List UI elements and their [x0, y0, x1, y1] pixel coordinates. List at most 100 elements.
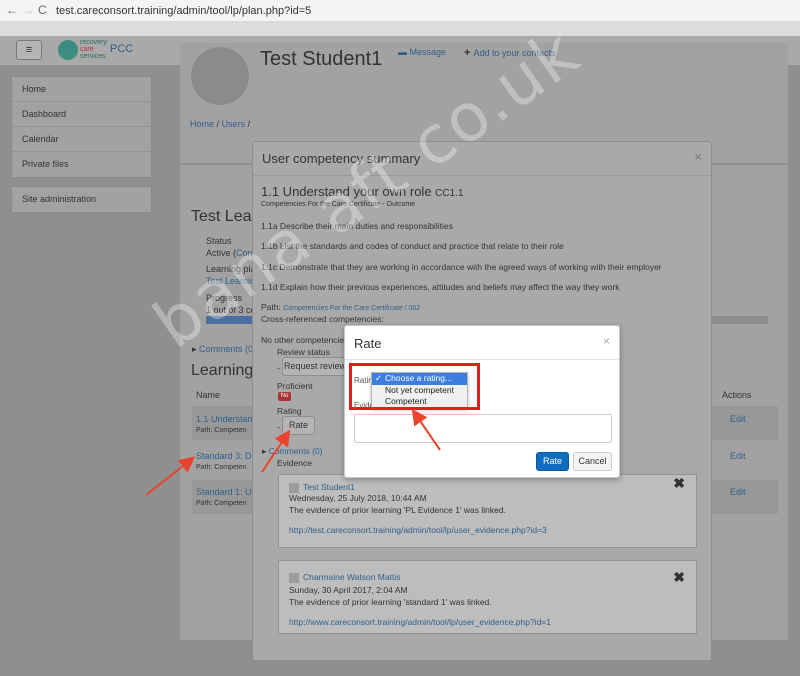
outcome-item: 1.1c Demonstrate that they are working i…: [261, 262, 662, 272]
rate-submit-button[interactable]: Rate: [536, 452, 569, 471]
page-title: Test Student1: [260, 48, 383, 70]
message-link[interactable]: ▬ Message: [398, 47, 446, 57]
sidebar-item-dashboard[interactable]: Dashboard: [12, 102, 151, 127]
actions-column-header: Actions: [722, 390, 752, 400]
progress-bar: [206, 316, 258, 324]
no-other-competencies: No other competencies: [261, 335, 349, 345]
rating-dash: -: [277, 422, 280, 432]
progress-value: 1 out of 3 co: [206, 305, 256, 315]
evidence-url-link[interactable]: http://www.careconsort.training/admin/to…: [289, 617, 551, 627]
rate-dialog-header: Rate ×: [345, 326, 619, 360]
proficient-label: Proficient: [277, 381, 313, 391]
outcome-item: 1.1a Describe their main duties and resp…: [261, 221, 453, 231]
rate-dialog-title: Rate: [354, 336, 382, 351]
progress-label: Progress: [206, 293, 243, 303]
message-icon: ▬: [398, 47, 410, 57]
competency-name: 1.1 Understand your own role: [261, 184, 432, 199]
evidence-item: ✖ Test Student1 Wednesday, 25 July 2018,…: [278, 474, 697, 548]
logo-line: recovery: [80, 39, 107, 46]
evidence-author[interactable]: Test Student1: [303, 482, 355, 492]
competency-row-name[interactable]: 1.1 Understand: [196, 414, 258, 424]
competency-row-name[interactable]: Standard 3: Du: [196, 451, 257, 461]
back-icon[interactable]: ←: [6, 3, 18, 17]
logo-line: care: [80, 46, 94, 53]
competency-row-path: Path: Competen: [196, 500, 247, 507]
bookmarks-bar: [0, 22, 800, 36]
forward-icon[interactable]: →: [22, 3, 34, 17]
progress-bar-track: [712, 316, 768, 324]
sidebar-item-home[interactable]: Home: [12, 77, 151, 102]
plan-comments-label: Comments (0): [199, 344, 257, 354]
plan-title: Test Lea: [191, 208, 252, 225]
cancel-button[interactable]: Cancel: [573, 452, 612, 471]
edit-link[interactable]: Edit: [730, 487, 746, 497]
breadcrumb-separator: /: [247, 119, 251, 129]
remove-evidence-icon[interactable]: ✖: [673, 475, 685, 492]
review-status-dash: -: [277, 363, 280, 373]
competency-path: Path: Competencies For the Care Certific…: [261, 302, 420, 312]
rate-button[interactable]: Rate: [282, 416, 315, 435]
status-text: Active (: [206, 248, 237, 258]
summary-dialog-header: User competency summary ×: [253, 142, 711, 176]
sidebar-item-calendar[interactable]: Calendar: [12, 127, 151, 152]
evidence-text: The evidence of prior learning 'PL Evide…: [289, 505, 506, 515]
competency-row-path: Path: Competen: [196, 464, 247, 471]
site-logo-icon[interactable]: [58, 40, 78, 60]
menu-icon[interactable]: ≡: [16, 40, 42, 60]
cross-referenced-label: Cross-referenced competencies:: [261, 314, 384, 324]
rating-label: Rating: [277, 406, 302, 416]
sidebar-item-site-administration[interactable]: Site administration: [12, 187, 151, 212]
message-label: Message: [409, 47, 447, 57]
reload-icon[interactable]: C: [38, 3, 47, 17]
competency-row-name[interactable]: Standard 1: Un: [196, 487, 257, 497]
framework-line: Competencies For the Care Certificate - …: [261, 201, 416, 208]
breadcrumb-users[interactable]: Users: [222, 119, 246, 129]
evidence-note-input[interactable]: [354, 414, 612, 443]
breadcrumb: Home / Users /: [190, 119, 250, 129]
add-contact-link[interactable]: + Add to your contacts: [464, 47, 556, 59]
summary-dialog-title: User competency summary: [262, 151, 421, 166]
evidence-author-avatar: [289, 573, 299, 583]
sidebar: Home Dashboard Calendar Private files Si…: [11, 76, 152, 221]
proficient-badge: No: [278, 392, 291, 401]
address-bar[interactable]: test.careconsort.training/admin/tool/lp/…: [56, 5, 311, 17]
site-logo-text: recovery care services: [80, 39, 107, 60]
evidence-date: Sunday, 30 April 2017, 2:04 AM: [289, 585, 408, 595]
evidence-author[interactable]: Charmaine Watson Mattis: [303, 572, 400, 582]
review-status-label: Review status: [277, 347, 330, 357]
evidence-author-avatar: [289, 483, 299, 493]
evidence-date: Wednesday, 25 July 2018, 10:44 AM: [289, 493, 427, 503]
avatar: [191, 47, 249, 105]
competency-row-path: Path: Competen: [196, 427, 247, 434]
status-label: Status: [206, 236, 232, 246]
highlight-box: [349, 363, 480, 410]
path-tail-link[interactable]: 002: [409, 305, 421, 312]
evidence-url-link[interactable]: http://test.careconsort.training/admin/t…: [289, 525, 547, 535]
edit-link[interactable]: Edit: [730, 451, 746, 461]
sidebar-item-private-files[interactable]: Private files: [12, 152, 151, 177]
name-column-header: Name: [196, 390, 221, 400]
evidence-text: The evidence of prior learning 'standard…: [289, 597, 492, 607]
logo-line: services: [80, 53, 106, 60]
admin-block: Site administration: [11, 186, 152, 213]
breadcrumb-separator: /: [216, 119, 220, 129]
breadcrumb-home[interactable]: Home: [190, 119, 214, 129]
competency-code: CC1.1: [435, 188, 464, 199]
close-icon[interactable]: ×: [694, 149, 702, 164]
plan-comments-link[interactable]: ▸ Comments (0): [192, 344, 256, 355]
outcome-item: 1.1d Explain how their previous experien…: [261, 282, 620, 292]
site-name[interactable]: PCC: [110, 43, 133, 55]
learning-plan-label: Learning pla: [206, 264, 256, 274]
summary-comments-link[interactable]: ▸ Comments (0): [262, 446, 322, 457]
evidence-item: ✖ Charmaine Watson Mattis Sunday, 30 Apr…: [278, 560, 697, 634]
outcome-item: 1.1b List the standards and codes of con…: [261, 241, 564, 251]
edit-link[interactable]: Edit: [730, 414, 746, 424]
nav-block: Home Dashboard Calendar Private files: [11, 76, 152, 178]
remove-evidence-icon[interactable]: ✖: [673, 569, 685, 586]
close-icon[interactable]: ×: [603, 334, 610, 348]
framework-link[interactable]: Competencies For the Care Certificate: [283, 305, 402, 312]
request-review-button[interactable]: Request review: [282, 357, 348, 376]
path-label: Path:: [261, 302, 281, 312]
evidence-label: Evidence: [277, 458, 312, 468]
summary-comments-label: Comments (0): [268, 446, 323, 456]
